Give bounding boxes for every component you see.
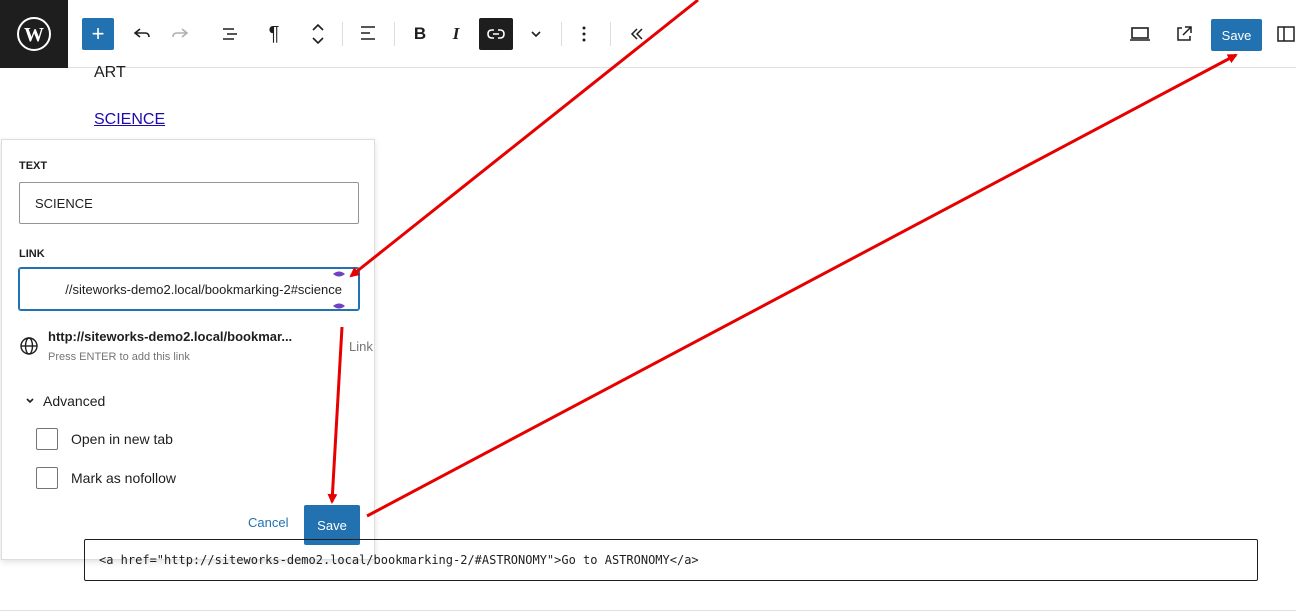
link-field-label: LINK — [19, 248, 45, 260]
view-external-icon[interactable] — [1170, 18, 1198, 50]
options-icon[interactable] — [572, 18, 596, 50]
editor-toolbar: W + ¶ B I Save — [0, 0, 1296, 68]
text-field-label: TEXT — [19, 160, 48, 172]
paragraph-art[interactable]: ART — [94, 64, 126, 82]
undo-icon[interactable] — [128, 18, 156, 50]
toolbar-save-button[interactable]: Save — [1211, 19, 1262, 51]
redo-icon[interactable] — [166, 18, 194, 50]
italic-button[interactable]: I — [442, 18, 470, 50]
suggestion-type: Link — [349, 339, 373, 354]
preview-desktop-icon[interactable] — [1126, 18, 1154, 50]
wordpress-logo-icon[interactable]: W — [0, 0, 68, 68]
toolbar-separator — [342, 22, 343, 46]
collapse-toolbar-icon[interactable] — [624, 18, 650, 50]
toolbar-separator — [561, 22, 562, 46]
divider — [0, 610, 1296, 611]
chevron-down-icon[interactable] — [524, 18, 548, 50]
align-icon[interactable] — [354, 18, 382, 50]
toolbar-separator — [610, 22, 611, 46]
list-view-icon[interactable] — [216, 18, 244, 50]
settings-panel-icon[interactable] — [1276, 18, 1296, 50]
nofollow-checkbox[interactable] — [36, 467, 58, 489]
link-settings-popover: TEXT SCIENCE LINK //siteworks-demo2.loca… — [1, 139, 375, 560]
link-url-value: //siteworks-demo2.local/bookmarking-2#sc… — [65, 281, 342, 297]
svg-text:W: W — [24, 24, 44, 46]
code-block[interactable]: <a href="http://siteworks-demo2.local/bo… — [84, 539, 1258, 581]
advanced-toggle[interactable]: Advanced — [25, 393, 105, 409]
link-button[interactable] — [479, 18, 513, 50]
bold-button[interactable]: B — [406, 18, 434, 50]
cancel-button[interactable]: Cancel — [248, 515, 288, 530]
chevron-down-icon — [26, 398, 34, 404]
nofollow-option[interactable]: Mark as nofollow — [36, 467, 176, 489]
advanced-label: Advanced — [43, 393, 106, 409]
paragraph-icon[interactable]: ¶ — [260, 18, 288, 50]
add-block-button[interactable]: + — [82, 18, 114, 50]
drag-handle-icon — [333, 271, 345, 309]
open-new-tab-option[interactable]: Open in new tab — [36, 428, 173, 450]
globe-icon — [19, 336, 41, 358]
suggestion-hint: Press ENTER to add this link — [48, 351, 190, 363]
toolbar-separator — [394, 22, 395, 46]
paragraph-science-link[interactable]: SCIENCE — [94, 111, 165, 129]
arrow-to-toolbar-save — [366, 53, 1238, 518]
link-suggestion[interactable]: http://siteworks-demo2.local/bookmar... … — [19, 329, 373, 369]
suggestion-url: http://siteworks-demo2.local/bookmar... — [48, 329, 293, 344]
open-new-tab-checkbox[interactable] — [36, 428, 58, 450]
nofollow-label: Mark as nofollow — [71, 470, 177, 486]
move-up-down-icon[interactable] — [304, 18, 332, 50]
link-url-input[interactable]: //siteworks-demo2.local/bookmarking-2#sc… — [19, 268, 359, 310]
open-new-tab-label: Open in new tab — [71, 431, 173, 447]
link-text-input[interactable]: SCIENCE — [19, 182, 359, 224]
